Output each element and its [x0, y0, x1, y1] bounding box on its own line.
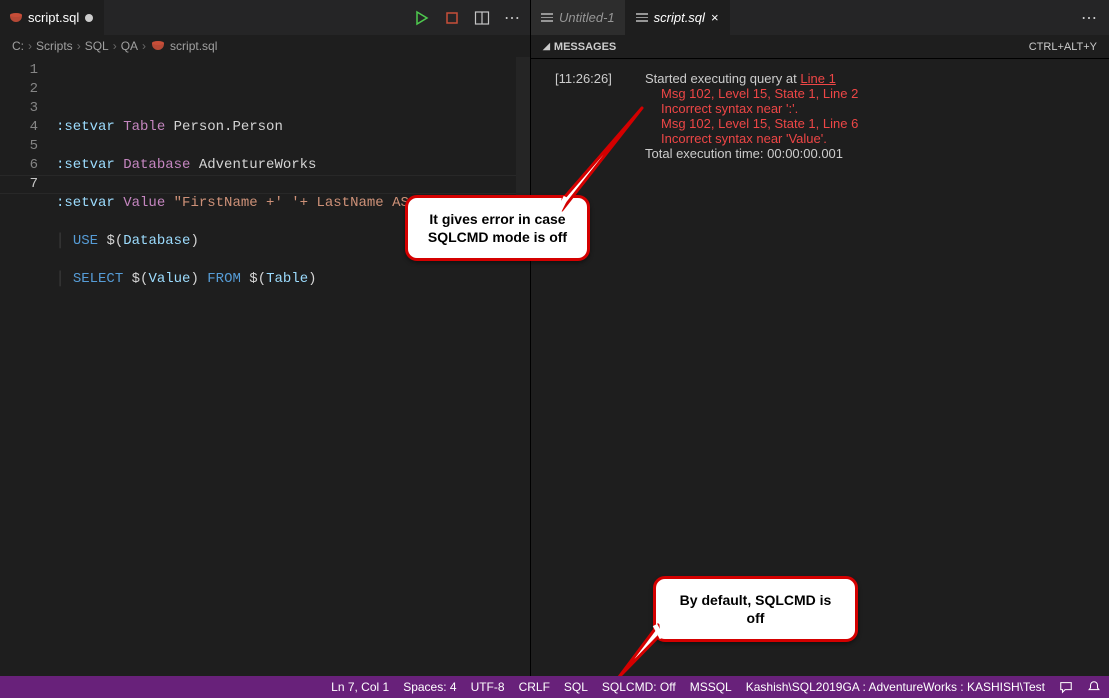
code-content: :setvar Table Person.Person :setvar Data… [56, 61, 530, 678]
tab-label: script.sql [654, 10, 705, 25]
status-connection[interactable]: Kashish\SQL2019GA : AdventureWorks : KAS… [746, 680, 1045, 694]
line-gutter: 1234567 [0, 61, 56, 678]
status-indent[interactable]: Spaces: 4 [403, 680, 456, 694]
tab-untitled[interactable]: Untitled-1 [531, 0, 626, 35]
collapse-icon: ◢ [543, 41, 550, 52]
more-actions-icon[interactable]: ⋯ [1081, 8, 1109, 28]
annotation-callout-1: It gives error in case SQLCMD mode is of… [405, 195, 590, 261]
stop-icon[interactable] [444, 10, 460, 26]
status-language[interactable]: SQL [564, 680, 588, 694]
tab-label: script.sql [28, 10, 79, 25]
status-mssql[interactable]: MSSQL [690, 680, 732, 694]
annotation-callout-2: By default, SQLCMD is off [653, 576, 858, 642]
status-cursor-pos[interactable]: Ln 7, Col 1 [331, 680, 389, 694]
tab-script-results[interactable]: script.sql × [626, 0, 730, 35]
notifications-icon[interactable] [1087, 680, 1101, 694]
database-icon [10, 13, 22, 23]
error-line-link[interactable]: Line 1 [800, 71, 835, 86]
tab-label: Untitled-1 [559, 10, 615, 25]
status-encoding[interactable]: UTF-8 [471, 680, 505, 694]
run-icon[interactable] [414, 10, 430, 26]
file-icon [541, 13, 553, 22]
database-icon [152, 41, 164, 51]
msg-timestamp: [11:26:26] [555, 71, 633, 161]
breadcrumb[interactable]: C:› Scripts› SQL› QA› script.sql [0, 35, 530, 57]
dirty-dot-icon [85, 14, 93, 22]
crumb: QA [121, 39, 138, 53]
crumb: SQL [85, 39, 109, 53]
feedback-icon[interactable] [1059, 680, 1073, 694]
close-icon[interactable]: × [711, 10, 719, 25]
messages-header[interactable]: ◢ MESSAGES CTRL+ALT+Y [531, 35, 1109, 59]
code-editor[interactable]: 1234567 :setvar Table Person.Person :set… [0, 57, 530, 678]
split-editor-icon[interactable] [474, 10, 490, 26]
crumb: Scripts [36, 39, 73, 53]
messages-label: MESSAGES [554, 41, 616, 53]
file-icon [636, 13, 648, 22]
editor-tabbar-right: Untitled-1 script.sql × ⋯ [531, 0, 1109, 35]
shortcut-hint: CTRL+ALT+Y [1029, 41, 1097, 53]
crumb: script.sql [170, 39, 217, 53]
editor-tabbar-left: script.sql ⋯ [0, 0, 530, 35]
more-actions-icon[interactable]: ⋯ [504, 8, 520, 28]
tab-script-sql[interactable]: script.sql [0, 0, 104, 35]
status-eol[interactable]: CRLF [519, 680, 550, 694]
msg-content: Started executing query at Line 1 Msg 10… [645, 71, 1091, 161]
crumb: C: [12, 39, 24, 53]
status-sqlcmd[interactable]: SQLCMD: Off [602, 680, 676, 694]
status-bar: Ln 7, Col 1 Spaces: 4 UTF-8 CRLF SQL SQL… [0, 676, 1109, 698]
